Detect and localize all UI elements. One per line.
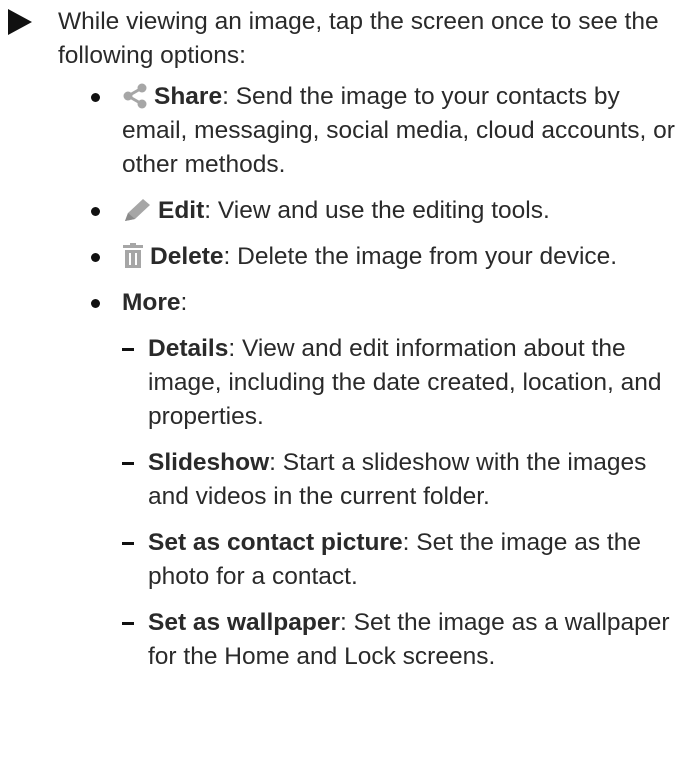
more-item-details: Details: View and edit information about… bbox=[0, 332, 678, 434]
bullet-dot bbox=[91, 253, 100, 262]
option-description: : View and use the editing tools. bbox=[204, 197, 550, 224]
more-item-label: Set as wallpaper bbox=[148, 609, 341, 636]
dash-marker bbox=[122, 462, 134, 465]
trash-icon bbox=[123, 243, 143, 268]
option-share: Share: Send the image to your contacts b… bbox=[0, 80, 682, 182]
option-description: : Delete the image from your device. bbox=[223, 243, 618, 270]
option-label: More bbox=[122, 289, 181, 316]
dash-marker bbox=[122, 348, 134, 351]
options-list: Share: Send the image to your contacts b… bbox=[0, 80, 694, 686]
play-arrow-icon bbox=[8, 9, 32, 35]
more-item-slideshow: Slideshow: Start a slideshow with the im… bbox=[0, 446, 678, 514]
dash-marker bbox=[122, 622, 134, 625]
more-item-label: Slideshow bbox=[148, 449, 270, 476]
more-item-label: Details bbox=[148, 335, 229, 362]
intro-text: While viewing an image, tap the screen o… bbox=[58, 8, 659, 69]
more-submenu: Details: View and edit information about… bbox=[0, 332, 694, 674]
bullet-dot bbox=[91, 93, 100, 102]
option-more: More: bbox=[0, 286, 682, 320]
pencil-icon bbox=[125, 199, 150, 221]
bullet-dot bbox=[91, 207, 100, 216]
option-description: : bbox=[180, 289, 188, 316]
intro-step: While viewing an image, tap the screen o… bbox=[0, 5, 680, 73]
option-delete: Delete: Delete the image from your devic… bbox=[0, 240, 682, 274]
option-label: Share bbox=[154, 83, 223, 110]
option-label: Delete bbox=[150, 243, 224, 270]
more-item-label: Set as contact picture bbox=[148, 529, 403, 556]
more-item-set-wallpaper: Set as wallpaper: Set the image as a wal… bbox=[0, 606, 678, 674]
more-item-set-contact-picture: Set as contact picture: Set the image as… bbox=[0, 526, 678, 594]
page: While viewing an image, tap the screen o… bbox=[0, 0, 694, 769]
bullet-dot bbox=[91, 299, 100, 308]
dash-marker bbox=[122, 542, 134, 545]
option-label: Edit bbox=[158, 197, 205, 224]
share-icon bbox=[123, 83, 147, 109]
option-edit: Edit: View and use the editing tools. bbox=[0, 194, 682, 228]
